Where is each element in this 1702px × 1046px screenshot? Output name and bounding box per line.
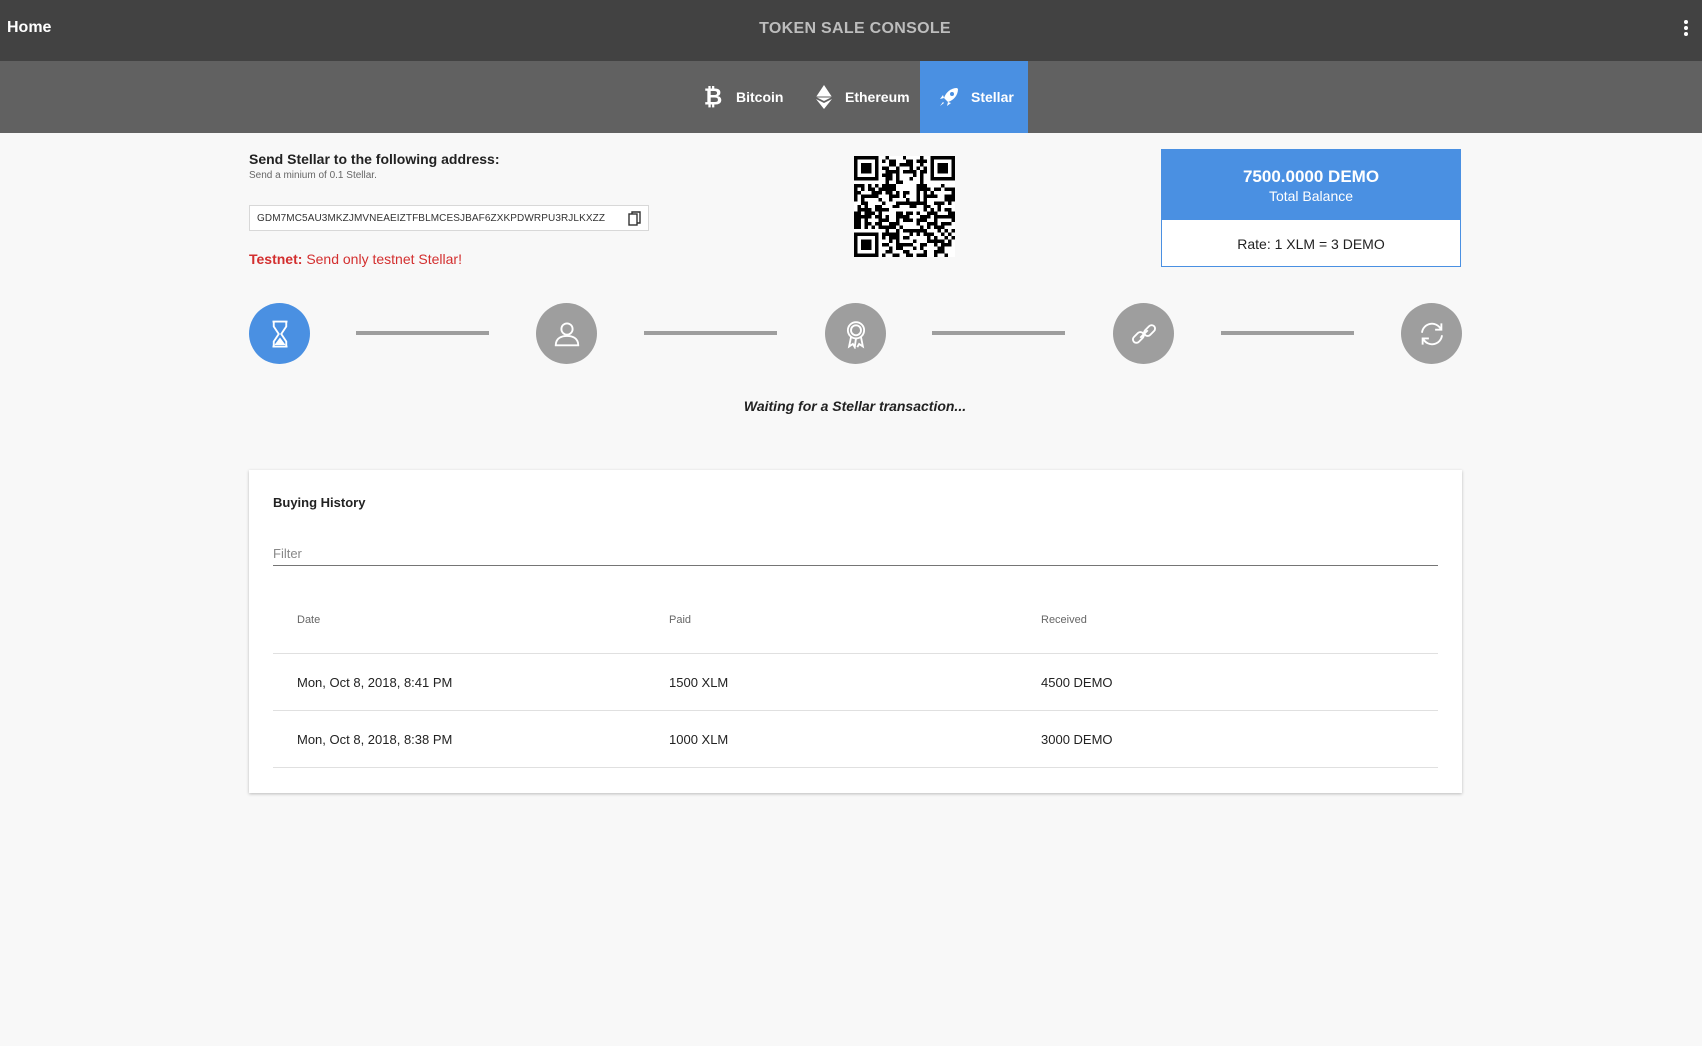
step-award — [825, 303, 886, 364]
table-cell-date: Mon, Oct 8, 2018, 8:38 PM — [297, 732, 453, 747]
tab-label: Ethereum — [845, 89, 910, 105]
ethereum-icon — [816, 85, 832, 109]
send-title: Send Stellar to the following address: — [249, 151, 500, 167]
testnet-label: Testnet: — [249, 251, 303, 267]
step-connector — [1221, 331, 1354, 335]
address-text: GDM7MC5AU3MKZJMVNEAEIZTFBLMCESJBAF6ZXKPD… — [257, 212, 606, 224]
step-connector — [356, 331, 489, 335]
column-header-date[interactable]: Date — [297, 614, 320, 626]
balance-card: 7500.0000 DEMO Total Balance Rate: 1 XLM… — [1161, 149, 1461, 267]
balance-amount: 7500.0000 DEMO — [1242, 167, 1380, 186]
filter-input[interactable]: Filter — [273, 544, 1438, 566]
user-icon — [554, 321, 579, 346]
table-cell-received: 3000 DEMO — [1041, 732, 1113, 747]
address-field[interactable]: GDM7MC5AU3MKZJMVNEAEIZTFBLMCESJBAF6ZXKPD… — [249, 205, 649, 231]
table-cell-received: 4500 DEMO — [1041, 675, 1113, 690]
header-divider — [273, 653, 1438, 654]
link-icon — [1131, 323, 1156, 344]
step-connector — [932, 331, 1065, 335]
step-link — [1113, 303, 1174, 364]
status-message: Waiting for a Stellar transaction... — [743, 398, 967, 414]
buying-history-card: Buying History Filter Date Paid Received… — [249, 470, 1462, 793]
testnet-message: Send only testnet Stellar! — [306, 251, 462, 267]
row-divider — [273, 767, 1438, 768]
app-bar: Home TOKEN SALE CONSOLE — [0, 0, 1702, 61]
qr-code — [854, 156, 955, 257]
card-title: Buying History — [273, 495, 366, 510]
step-user — [536, 303, 597, 364]
svg-text:₿: ₿ — [704, 85, 723, 110]
column-header-received[interactable]: Received — [1041, 614, 1087, 626]
refresh-icon — [1420, 322, 1443, 345]
exchange-rate: Rate: 1 XLM = 3 DEMO — [1237, 236, 1385, 252]
tab-label: Stellar — [971, 89, 1014, 105]
rocket-icon — [940, 88, 958, 106]
balance-header: 7500.0000 DEMO Total Balance — [1162, 150, 1460, 220]
testnet-warning: Testnet: Send only testnet Stellar! — [249, 251, 462, 267]
tab-ethereum[interactable]: Ethereum — [803, 61, 920, 133]
step-waiting — [249, 303, 310, 364]
award-icon — [846, 320, 865, 349]
column-header-paid[interactable]: Paid — [669, 614, 691, 626]
tab-stellar[interactable]: Stellar — [920, 61, 1028, 133]
row-divider — [273, 710, 1438, 711]
more-vert-icon[interactable] — [1680, 18, 1692, 42]
table-cell-paid: 1000 XLM — [669, 732, 729, 747]
bitcoin-icon: ₿ — [704, 85, 723, 110]
table-cell-paid: 1500 XLM — [669, 675, 729, 690]
step-refresh — [1401, 303, 1462, 364]
app-title: TOKEN SALE CONSOLE — [759, 20, 951, 37]
step-connector — [644, 331, 777, 335]
tab-bitcoin[interactable]: ₿ Bitcoin — [683, 61, 803, 133]
copy-icon[interactable] — [628, 211, 642, 227]
tab-label: Bitcoin — [736, 89, 784, 105]
send-subtitle: Send a minium of 0.1 Stellar. — [249, 170, 377, 181]
hourglass-icon — [272, 320, 287, 347]
currency-tabs: ₿ Bitcoin Ethereum Stellar — [0, 61, 1702, 133]
balance-label: Total Balance — [1268, 188, 1354, 204]
table-cell-date: Mon, Oct 8, 2018, 8:41 PM — [297, 675, 453, 690]
